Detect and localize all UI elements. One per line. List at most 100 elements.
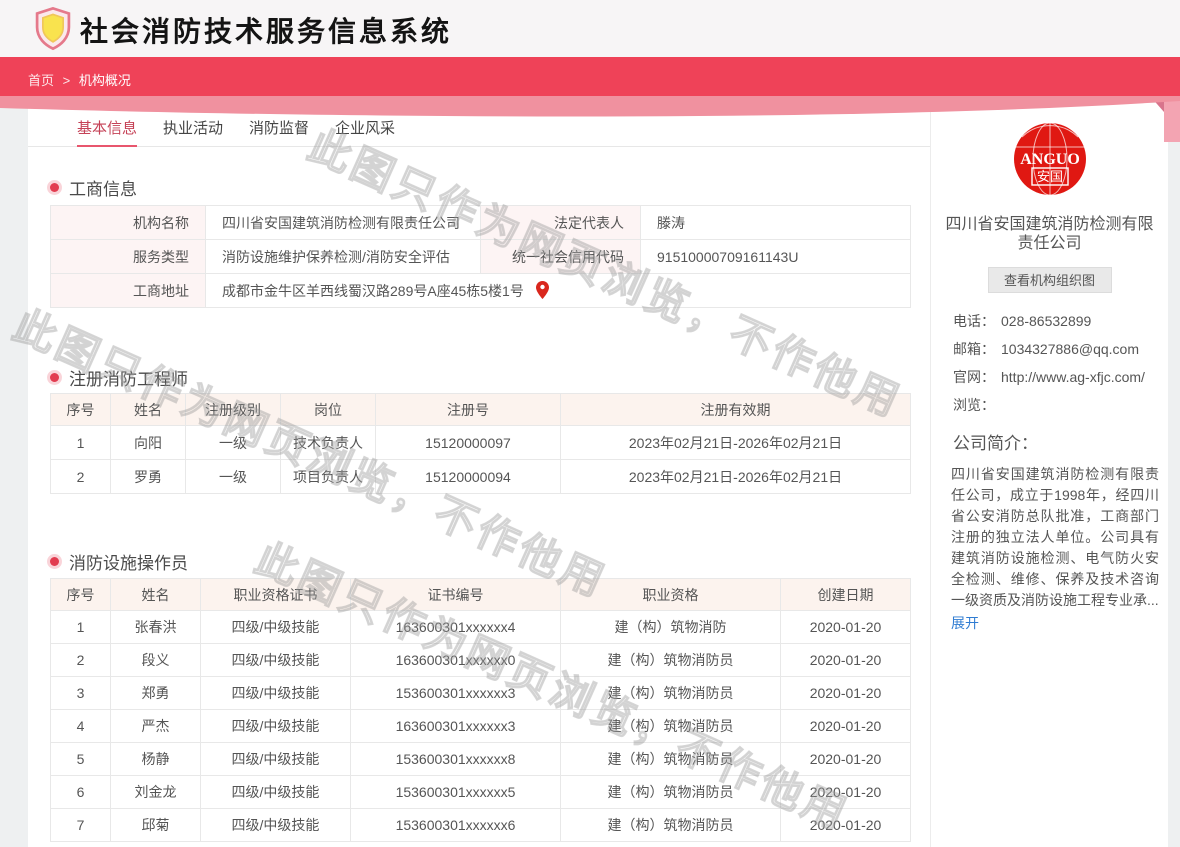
section-title-text: 消防设施操作员 (69, 549, 188, 574)
company-name: 四川省安国建筑消防检测有限责任公司 (939, 215, 1160, 253)
engineer-row: 1向阳一级技术负责人151200000972023年02月21日-2026年02… (51, 426, 911, 460)
operator-row: 2段义四级/中级技能163600301xxxxxx0建（构）筑物消防员2020-… (51, 644, 911, 677)
operators-table: 序号姓名职业资格证书证书编号职业资格创建日期 1张春洪四级/中级技能163600… (50, 578, 911, 842)
table-cell: 6 (51, 776, 111, 809)
tab-company-show[interactable]: 企业风采 (335, 103, 395, 147)
table-cell: 2 (51, 460, 111, 494)
bullet-icon (50, 183, 59, 192)
column-header: 注册有效期 (561, 394, 911, 426)
contact-value: 1034327886@qq.com (1001, 340, 1161, 359)
tab-fire-supervision[interactable]: 消防监督 (249, 103, 309, 147)
table-cell: 罗勇 (111, 460, 186, 494)
field-value: 滕涛 (641, 206, 911, 240)
engineers-table: 序号姓名注册级别岗位注册号注册有效期 1向阳一级技术负责人15120000097… (50, 393, 911, 494)
table-cell: 四级/中级技能 (201, 809, 351, 842)
contact-line: 邮箱：1034327886@qq.com (953, 340, 1162, 359)
company-intro-title: 公司简介： (953, 429, 1168, 454)
field-value: 四川省安国建筑消防检测有限责任公司 (206, 206, 481, 240)
table-cell: 段义 (111, 644, 201, 677)
contact-value (1001, 396, 1161, 415)
table-cell: 163600301xxxxxx4 (351, 611, 561, 644)
field-label: 服务类型 (51, 240, 206, 274)
table-cell: 四级/中级技能 (201, 677, 351, 710)
table-cell: 153600301xxxxxx5 (351, 776, 561, 809)
app-header: 社会消防技术服务信息系统 (0, 0, 1180, 57)
table-cell: 杨静 (111, 743, 201, 776)
table-cell: 张春洪 (111, 611, 201, 644)
table-cell: 2020-01-20 (781, 743, 911, 776)
bullet-icon (50, 557, 59, 566)
ribbon-right-decoration (1164, 96, 1180, 142)
column-header: 注册级别 (186, 394, 281, 426)
table-cell: 建（构）筑物消防 (561, 611, 781, 644)
contact-label: 浏览： (953, 396, 1001, 415)
map-pin-icon[interactable] (536, 281, 549, 299)
table-cell: 建（构）筑物消防员 (561, 710, 781, 743)
expand-link[interactable]: 展开 (951, 613, 979, 633)
table-cell: 2023年02月21日-2026年02月21日 (561, 460, 911, 494)
contact-list: 电话：028-86532899邮箱：1034327886@qq.com官网：ht… (953, 312, 1162, 415)
tab-basic-info[interactable]: 基本信息 (77, 103, 137, 147)
view-org-chart-button[interactable]: 查看机构组织图 (988, 267, 1112, 293)
contact-value: 028-86532899 (1001, 312, 1161, 331)
logo-text-en: ANGUO (1020, 151, 1080, 168)
operators-table-wrap: 序号姓名职业资格证书证书编号职业资格创建日期 1张春洪四级/中级技能163600… (50, 578, 911, 842)
table-cell: 项目负责人 (281, 460, 376, 494)
table-cell: 2020-01-20 (781, 644, 911, 677)
table-cell: 1 (51, 426, 111, 460)
section-title-business: 工商信息 (50, 175, 137, 200)
table-cell: 邱菊 (111, 809, 201, 842)
table-cell: 153600301xxxxxx3 (351, 677, 561, 710)
table-cell: 技术负责人 (281, 426, 376, 460)
column-header: 岗位 (281, 394, 376, 426)
column-header: 创建日期 (781, 579, 911, 611)
operator-row: 3郑勇四级/中级技能153600301xxxxxx3建（构）筑物消防员2020-… (51, 677, 911, 710)
table-cell: 建（构）筑物消防员 (561, 809, 781, 842)
operators-table-head: 序号姓名职业资格证书证书编号职业资格创建日期 (51, 579, 911, 611)
table-cell: 2020-01-20 (781, 677, 911, 710)
engineer-row: 2罗勇一级项目负责人151200000942023年02月21日-2026年02… (51, 460, 911, 494)
table-cell: 四级/中级技能 (201, 710, 351, 743)
company-intro-text: 四川省安国建筑消防检测有限责任公司，成立于1998年，经四川省公安消防总队批准，… (951, 464, 1159, 611)
shield-logo-icon (32, 7, 74, 51)
tab-practice-activity[interactable]: 执业活动 (163, 103, 223, 147)
field-value: 91510000709161143U (641, 240, 911, 274)
bullet-icon (50, 373, 59, 382)
operator-row: 1张春洪四级/中级技能163600301xxxxxx4建（构）筑物消防2020-… (51, 611, 911, 644)
ribbon-fold-decoration (1150, 96, 1164, 112)
table-cell: 一级 (186, 426, 281, 460)
column-header: 职业资格 (561, 579, 781, 611)
column-header: 证书编号 (351, 579, 561, 611)
column-header: 职业资格证书 (201, 579, 351, 611)
table-cell: 2020-01-20 (781, 710, 911, 743)
field-value: 消防设施维护保养检测/消防安全评估 (206, 240, 481, 274)
table-cell: 15120000094 (376, 460, 561, 494)
table-cell: 163600301xxxxxx0 (351, 644, 561, 677)
business-row: 机构名称四川省安国建筑消防检测有限责任公司法定代表人滕涛 (51, 206, 911, 240)
field-label: 法定代表人 (481, 206, 641, 240)
column-header: 序号 (51, 394, 111, 426)
breadcrumb-current: 机构概况 (79, 73, 131, 88)
table-cell: 1 (51, 611, 111, 644)
table-cell: 7 (51, 809, 111, 842)
contact-line: 电话：028-86532899 (953, 312, 1162, 331)
logo-text-cn: 安国 (1036, 169, 1062, 184)
table-cell: 4 (51, 710, 111, 743)
table-cell: 3 (51, 677, 111, 710)
engineers-table-body: 1向阳一级技术负责人151200000972023年02月21日-2026年02… (51, 426, 911, 494)
column-header: 姓名 (111, 579, 201, 611)
table-cell: 15120000097 (376, 426, 561, 460)
section-title-operators: 消防设施操作员 (50, 549, 188, 574)
table-cell: 2020-01-20 (781, 611, 911, 644)
website-link[interactable]: http://www.ag-xfjc.com/ (1001, 368, 1161, 387)
business-table-wrap: 机构名称四川省安国建筑消防检测有限责任公司法定代表人滕涛服务类型消防设施维护保养… (50, 205, 911, 308)
breadcrumb-home-link[interactable]: 首页 (28, 73, 54, 88)
contact-label: 电话： (953, 312, 1001, 331)
field-label: 机构名称 (51, 206, 206, 240)
table-cell: 四级/中级技能 (201, 644, 351, 677)
company-logo: ANGUO 安国 (1014, 123, 1086, 195)
business-row: 服务类型消防设施维护保养检测/消防安全评估统一社会信用代码91510000709… (51, 240, 911, 274)
table-cell: 严杰 (111, 710, 201, 743)
table-cell: 建（构）筑物消防员 (561, 776, 781, 809)
table-cell: 153600301xxxxxx6 (351, 809, 561, 842)
